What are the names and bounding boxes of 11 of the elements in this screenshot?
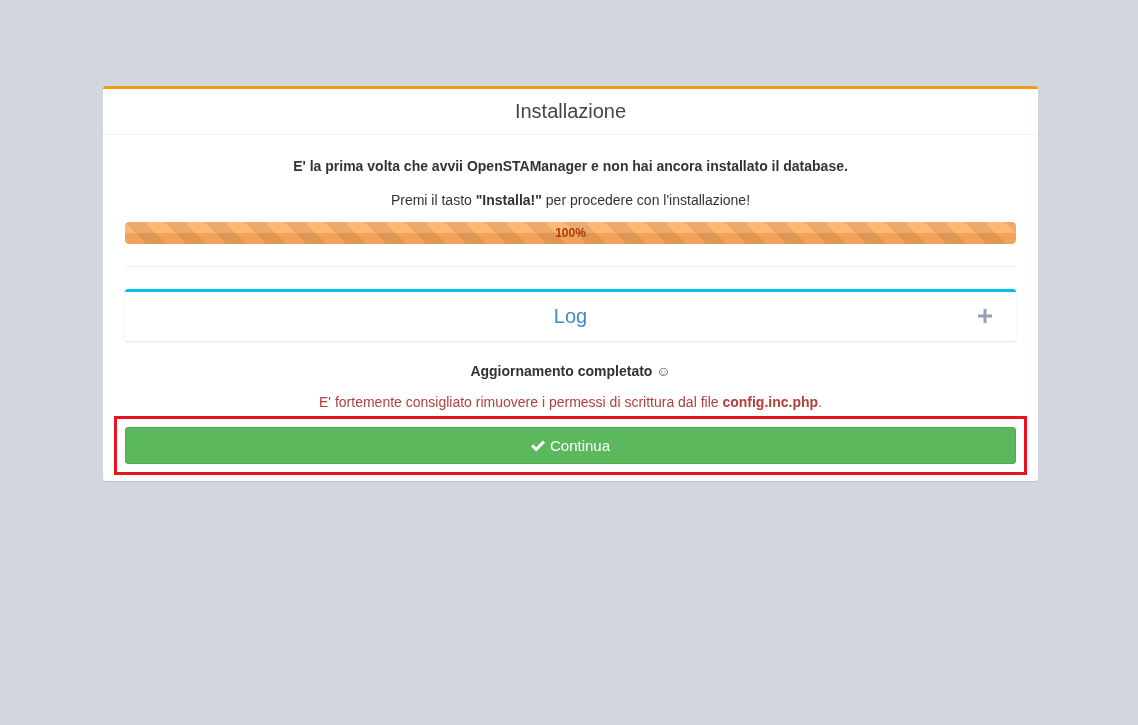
log-title: Log (553, 305, 588, 328)
progress-reading: 100% (555, 226, 586, 240)
intro-text: E' la prima volta che avvii OpenSTAManager e non hai ancora installato il database. (292, 158, 849, 174)
box-title: Installazione (514, 100, 627, 123)
plus-icon (978, 309, 992, 323)
status-text: Aggiornamento completato ☺ (469, 363, 672, 379)
check-icon (530, 439, 545, 452)
warning-text: E' fortemente consigliato rimuovere i permessi di scrittura dal file config.inc.php. (318, 394, 823, 410)
expand-button[interactable] (978, 309, 992, 323)
continue-button[interactable]: Continua (125, 427, 1016, 464)
instruction-text: Premi il tasto "Installa!" per procedere con l'installazione! (389, 192, 752, 208)
